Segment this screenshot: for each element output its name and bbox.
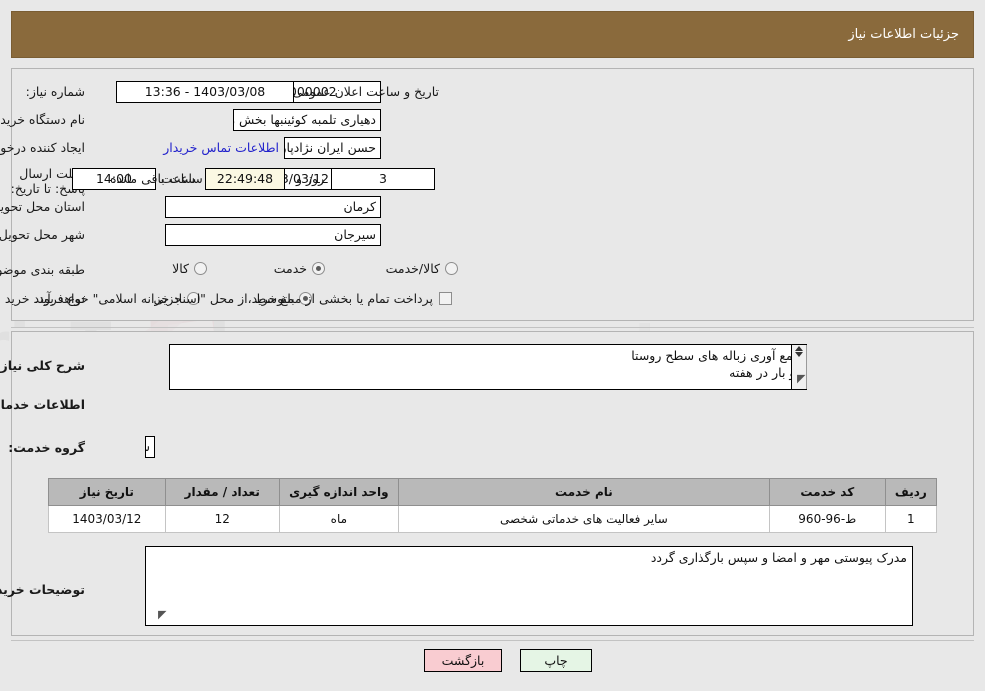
radio-circle-goods[interactable] [194, 262, 207, 275]
cell-unit: ماه [278, 505, 399, 533]
col-unit: واحد اندازه گیری [278, 478, 399, 506]
buyer-notes-resize-grip[interactable]: ◥ [158, 608, 166, 621]
footer-divider [11, 640, 974, 641]
col-service-name: نام خدمت [397, 478, 770, 506]
buyer-contact-link[interactable]: اطلاعات تماس خریدار [163, 140, 279, 155]
buyer-notes-textarea[interactable]: مدرک پیوستی مهر و امضا و سپس بارگذاری گر… [145, 546, 913, 626]
table-header-row: ردیف کد خدمت نام خدمت واحد اندازه گیری ت… [48, 478, 938, 506]
scroll-up-icon[interactable] [795, 346, 803, 351]
province-value: کرمان [165, 196, 381, 218]
creator-label: ایجاد کننده درخواست: [0, 140, 85, 155]
treasury-bond-checkbox[interactable]: پرداخت تمام یا بخشی از مبلغ خرید،از محل … [34, 291, 452, 306]
treasury-bond-label: پرداخت تمام یا بخشی از مبلغ خرید،از محل … [34, 291, 433, 306]
category-option-label-0: کالا [172, 261, 189, 276]
announcement-label: تاریخ و ساعت اعلان عمومی: [288, 84, 439, 99]
table-row: 1 ط-96-960 سایر فعالیت های خدماتی شخصی م… [48, 505, 938, 533]
category-option-label-2: کالا/خدمت [385, 261, 440, 276]
description-textarea[interactable]: جمع آوری زباله های سطح روستا دو بار در ه… [169, 344, 807, 390]
col-need-date: تاریخ نیاز [48, 478, 166, 506]
remaining-days-label: روز و [296, 171, 325, 186]
remaining-days-value: 3 [331, 168, 435, 190]
page-title: جزئیات اطلاعات نیاز [848, 27, 959, 42]
print-button[interactable]: چاپ [520, 649, 592, 672]
buyer-org-label: نام دستگاه خریدار: [0, 112, 85, 127]
back-button[interactable]: بازگشت [424, 649, 502, 672]
category-radio-goods-service[interactable]: کالا/خدمت [386, 261, 458, 276]
buyer-org-value: دهیاری تلمبه کوئینبها بخش زیداباد شهرستا… [233, 109, 381, 131]
col-row-no: ردیف [884, 478, 938, 506]
scroll-down-icon[interactable] [795, 352, 803, 357]
service-group-value: سایر فعالیت‌های خدماتی [145, 436, 155, 458]
buyer-notes-label: توضیحات خریدار: [0, 582, 85, 597]
section-divider [11, 327, 974, 328]
description-label: شرح کلی نیاز: [0, 358, 85, 373]
services-heading: اطلاعات خدمات مورد نیاز [0, 397, 85, 412]
cell-row-no: 1 [884, 505, 938, 533]
page-header: جزئیات اطلاعات نیاز [11, 11, 974, 58]
cell-service-code: ط-96-960 [768, 505, 886, 533]
cell-need-date: 1403/03/12 [48, 505, 166, 533]
radio-circle-service[interactable] [312, 262, 325, 275]
category-radio-service[interactable]: خدمت [274, 261, 325, 276]
province-label: استان محل تحویل: [0, 199, 85, 214]
cell-service-name: سایر فعالیت های خدماتی شخصی [397, 505, 770, 533]
service-group-label: گروه خدمت: [8, 440, 85, 455]
radio-circle-goods-service[interactable] [445, 262, 458, 275]
remaining-suffix-label: ساعت باقی مانده [110, 171, 203, 186]
description-resize-grip[interactable]: ◥ [797, 372, 805, 385]
need-details-page: AriaTender .net جزئیات اطلاعات نیاز شمار… [0, 0, 985, 691]
category-radio-goods[interactable]: کالا [172, 261, 207, 276]
city-label: شهر محل تحویل: [0, 227, 85, 242]
services-table: ردیف کد خدمت نام خدمت واحد اندازه گیری ت… [48, 478, 938, 533]
category-label: طبقه بندی موضوعی: [0, 262, 85, 277]
announcement-value: 1403/03/08 - 13:36 [116, 81, 294, 103]
cell-quantity: 12 [164, 505, 280, 533]
city-value: سیرجان [165, 224, 381, 246]
remaining-countdown-value: 22:49:48 [205, 168, 285, 190]
creator-value: حسن ایران نژادپاریزی دهیار دهیاری تلمبه … [284, 137, 381, 159]
checkbox-box-treasury[interactable] [439, 292, 452, 305]
category-option-label-1: خدمت [273, 261, 307, 276]
col-service-code: کد خدمت [768, 478, 886, 506]
col-quantity: تعداد / مقدار [164, 478, 280, 506]
need-number-label: شماره نیاز: [25, 84, 85, 99]
top-info-panel [11, 68, 974, 321]
